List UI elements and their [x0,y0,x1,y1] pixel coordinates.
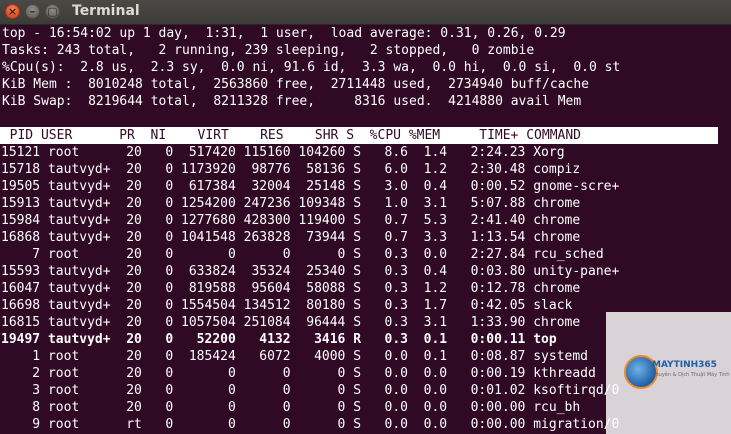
process-row: 15718 tautvyd+ 20 0 1173920 98776 58136 … [1,162,581,177]
process-row: 16815 tautvyd+ 20 0 1057504 251084 96444… [1,315,581,330]
process-row: 8 root 20 0 0 0 0 S 0.0 0.0 0:00.00 rcu_… [1,400,581,415]
process-row: 1 root 20 0 185424 6072 4000 S 0.0 0.1 0… [1,349,588,364]
process-row: 15121 root 20 0 517420 115160 104260 S 8… [1,145,565,160]
window-title: Terminal [72,3,140,19]
title-bar: × – ▢ Terminal [0,0,731,25]
process-row: 15984 tautvyd+ 20 0 1277680 428300 11940… [1,213,581,228]
process-row: 15593 tautvyd+ 20 0 633824 35324 25340 S… [1,264,620,279]
summary-cpu: %Cpu(s): 2.8 us, 2.3 sy, 0.0 ni, 91.6 id… [2,60,621,75]
process-row: 15913 tautvyd+ 20 0 1254200 247236 10934… [1,196,581,211]
summary-mem: KiB Mem : 8010248 total, 2563860 free, 2… [2,77,589,92]
watermark-name: MAYTINH365 [652,360,717,370]
process-header: PID USER PR NI VIRT RES SHR S %CPU %MEM … [0,128,581,143]
process-row: 9 root rt 0 0 0 0 S 0.0 0.0 0:00.00 migr… [1,417,620,432]
summary-swap: KiB Swap: 8219644 total, 8211328 free, 8… [2,94,582,109]
minimize-window-button[interactable]: – [25,4,40,19]
close-window-button[interactable]: × [5,4,20,19]
process-row: 16698 tautvyd+ 20 0 1554504 134512 80180… [1,298,573,313]
summary-uptime: top - 16:54:02 up 1 day, 1:31, 1 user, l… [2,26,566,41]
maximize-window-button[interactable]: ▢ [45,4,60,19]
watermark-subtitle: Chuyên & Dịch Thuật Máy Tính [652,372,730,378]
process-row: 7 root 20 0 0 0 0 S 0.3 0.0 2:27.84 rcu_… [1,247,604,262]
process-row: 16047 tautvyd+ 20 0 819588 95604 58088 S… [1,281,581,296]
process-row: 3 root 20 0 0 0 0 S 0.0 0.0 0:01.02 ksof… [1,383,620,398]
summary-tasks: Tasks: 243 total, 2 running, 239 sleepin… [2,43,535,58]
process-row: 2 root 20 0 0 0 0 S 0.0 0.0 0:00.19 kthr… [1,366,596,381]
process-row: 19497 tautvyd+ 20 0 52200 4132 3416 R 0.… [1,332,557,347]
process-row: 19505 tautvyd+ 20 0 617384 32004 25148 S… [1,179,620,194]
process-row: 16868 tautvyd+ 20 0 1041548 263828 73944… [1,230,581,245]
